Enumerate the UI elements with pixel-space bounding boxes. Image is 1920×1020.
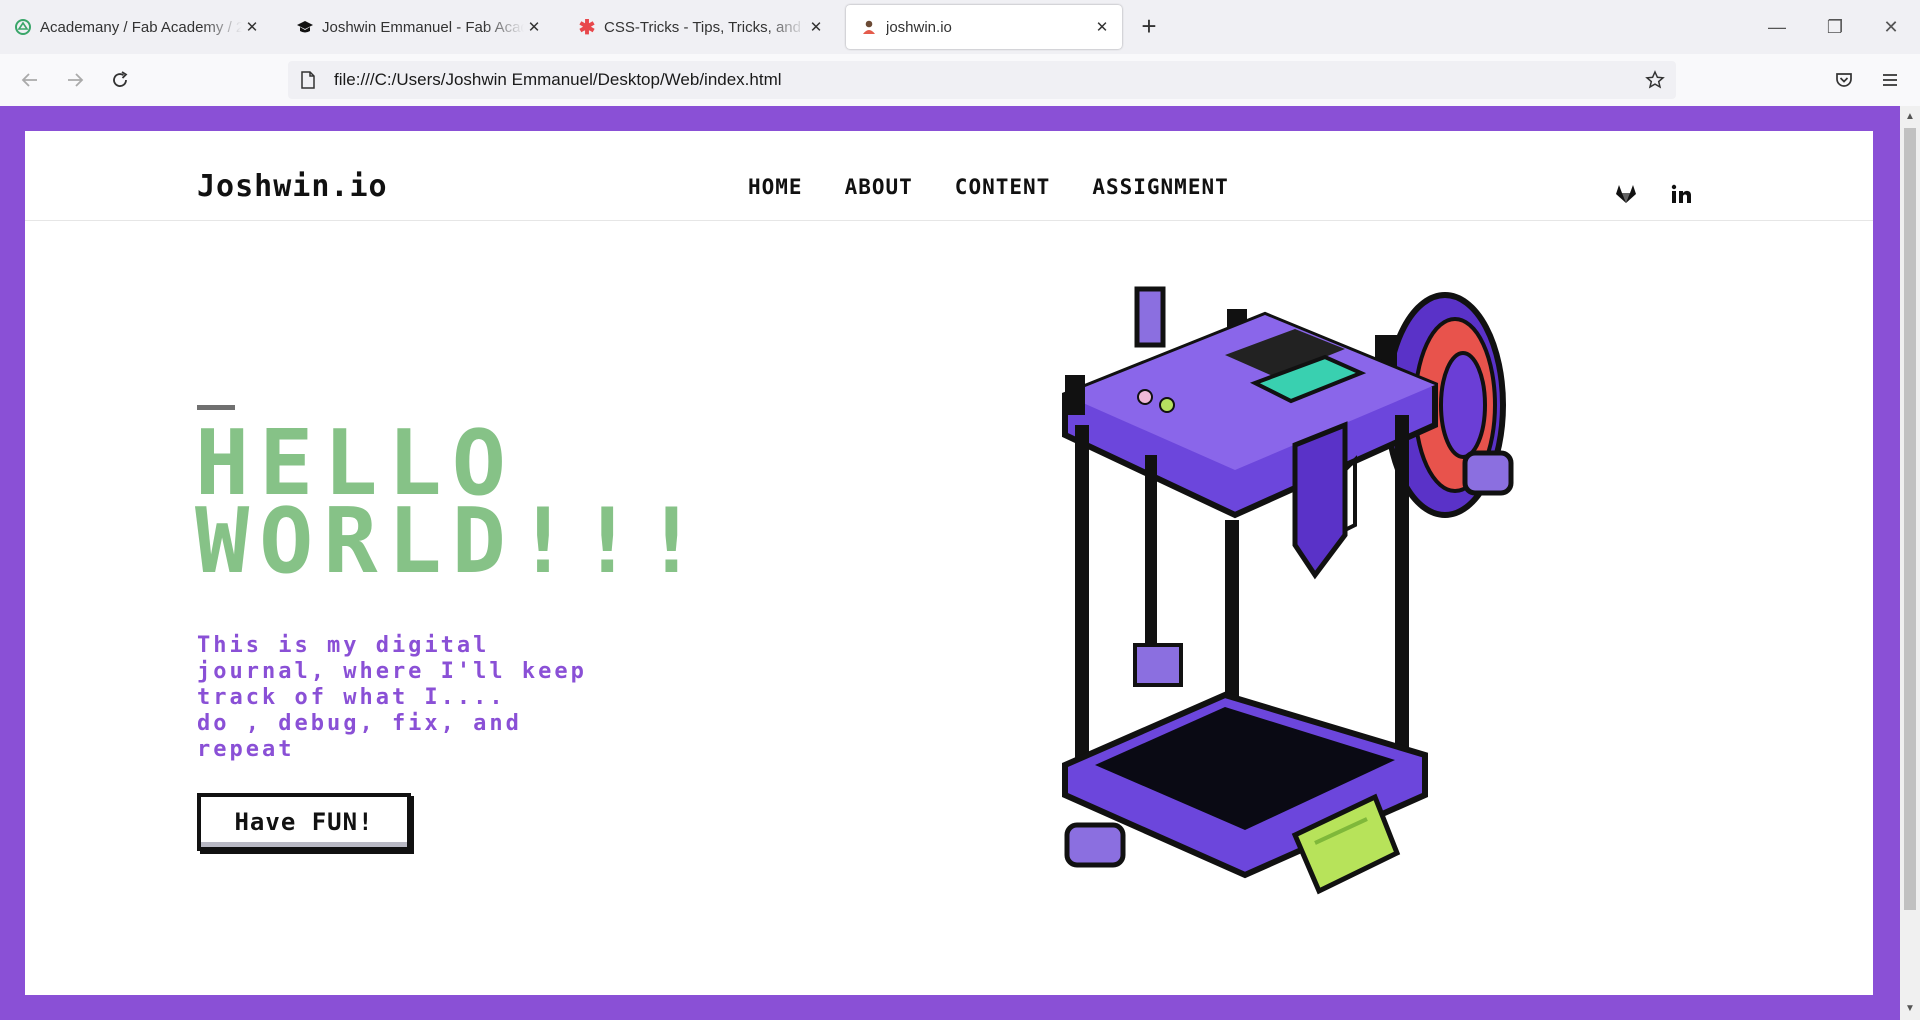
user-favicon-icon bbox=[860, 18, 878, 36]
forward-button[interactable] bbox=[57, 63, 93, 97]
page-scrollbar[interactable]: ▲ ▼ bbox=[1900, 106, 1920, 1020]
hamburger-menu-icon bbox=[1883, 74, 1897, 86]
3d-printer-illustration bbox=[1062, 286, 1514, 895]
app-menu-button[interactable] bbox=[1872, 63, 1908, 97]
nav-about-link[interactable]: ABOUT bbox=[845, 175, 913, 199]
bookmark-star-icon[interactable] bbox=[1640, 65, 1670, 95]
have-fun-button[interactable]: Have FUN! bbox=[197, 793, 411, 851]
page-card: Joshwin.io HOME ABOUT CONTENT ASSIGNMENT… bbox=[25, 131, 1873, 995]
site-logo[interactable]: Joshwin.io bbox=[197, 169, 388, 204]
address-bar[interactable]: file:///C:/Users/Joshwin Emmanuel/Deskto… bbox=[288, 61, 1676, 99]
back-button[interactable] bbox=[12, 63, 48, 97]
reload-icon bbox=[113, 71, 128, 87]
hero-accent-dash bbox=[197, 405, 235, 410]
gitlab-icon[interactable] bbox=[1613, 181, 1639, 207]
file-icon bbox=[298, 71, 318, 89]
tab-bar: Academany / Fab Academy / 20 ✕ Joshwin E… bbox=[0, 0, 1920, 54]
site-header: Joshwin.io HOME ABOUT CONTENT ASSIGNMENT bbox=[25, 131, 1873, 221]
linkedin-icon[interactable] bbox=[1668, 181, 1694, 207]
minimize-button[interactable]: — bbox=[1754, 10, 1800, 44]
pocket-icon bbox=[1836, 73, 1852, 87]
scroll-up-arrow-icon[interactable]: ▲ bbox=[1900, 108, 1920, 126]
nav-home-link[interactable]: HOME bbox=[748, 175, 803, 199]
tab-title: CSS-Tricks - Tips, Tricks, and Tec bbox=[604, 18, 806, 36]
restore-button[interactable]: ❐ bbox=[1812, 10, 1858, 44]
pocket-button[interactable] bbox=[1826, 63, 1862, 97]
graduation-cap-icon bbox=[296, 18, 314, 36]
close-tab-icon[interactable]: ✕ bbox=[524, 18, 544, 36]
css-tricks-star-icon: ✱ bbox=[578, 16, 596, 39]
tab-academany[interactable]: Academany / Fab Academy / 20 ✕ bbox=[0, 5, 272, 49]
tab-joshwin-io[interactable]: joshwin.io ✕ bbox=[846, 5, 1122, 49]
page-viewport: Joshwin.io HOME ABOUT CONTENT ASSIGNMENT… bbox=[0, 106, 1900, 1020]
tab-title: Academany / Fab Academy / 20 bbox=[40, 18, 242, 36]
main-nav: HOME ABOUT CONTENT ASSIGNMENT bbox=[748, 175, 1229, 199]
hero-headline: HELLO WORLD!!! bbox=[195, 411, 709, 594]
navigation-toolbar: file:///C:/Users/Joshwin Emmanuel/Deskto… bbox=[0, 54, 1920, 107]
hero-intro-text: This is my digital journal, where I'll k… bbox=[197, 633, 587, 762]
scrollbar-thumb[interactable] bbox=[1904, 128, 1916, 910]
academany-logo-icon bbox=[14, 18, 32, 36]
tab-joshwin-fab-academy[interactable]: Joshwin Emmanuel - Fab Acade ✕ bbox=[282, 5, 554, 49]
scroll-down-arrow-icon[interactable]: ▼ bbox=[1900, 1000, 1920, 1018]
url-text[interactable]: file:///C:/Users/Joshwin Emmanuel/Deskto… bbox=[334, 70, 782, 90]
tab-title: Joshwin Emmanuel - Fab Acade bbox=[322, 18, 524, 36]
forward-arrow-icon bbox=[68, 73, 84, 87]
reload-button[interactable] bbox=[102, 63, 138, 97]
new-tab-button[interactable]: + bbox=[1132, 10, 1166, 44]
close-window-button[interactable]: ✕ bbox=[1868, 10, 1914, 44]
close-tab-icon[interactable]: ✕ bbox=[806, 18, 826, 36]
tab-css-tricks[interactable]: ✱ CSS-Tricks - Tips, Tricks, and Tec ✕ bbox=[564, 5, 836, 49]
close-tab-icon[interactable]: ✕ bbox=[242, 18, 262, 36]
nav-assignment-link[interactable]: ASSIGNMENT bbox=[1092, 175, 1228, 199]
tab-title: joshwin.io bbox=[886, 18, 952, 36]
nav-content-link[interactable]: CONTENT bbox=[955, 175, 1051, 199]
back-arrow-icon bbox=[21, 73, 37, 87]
close-tab-icon[interactable]: ✕ bbox=[1092, 18, 1112, 36]
